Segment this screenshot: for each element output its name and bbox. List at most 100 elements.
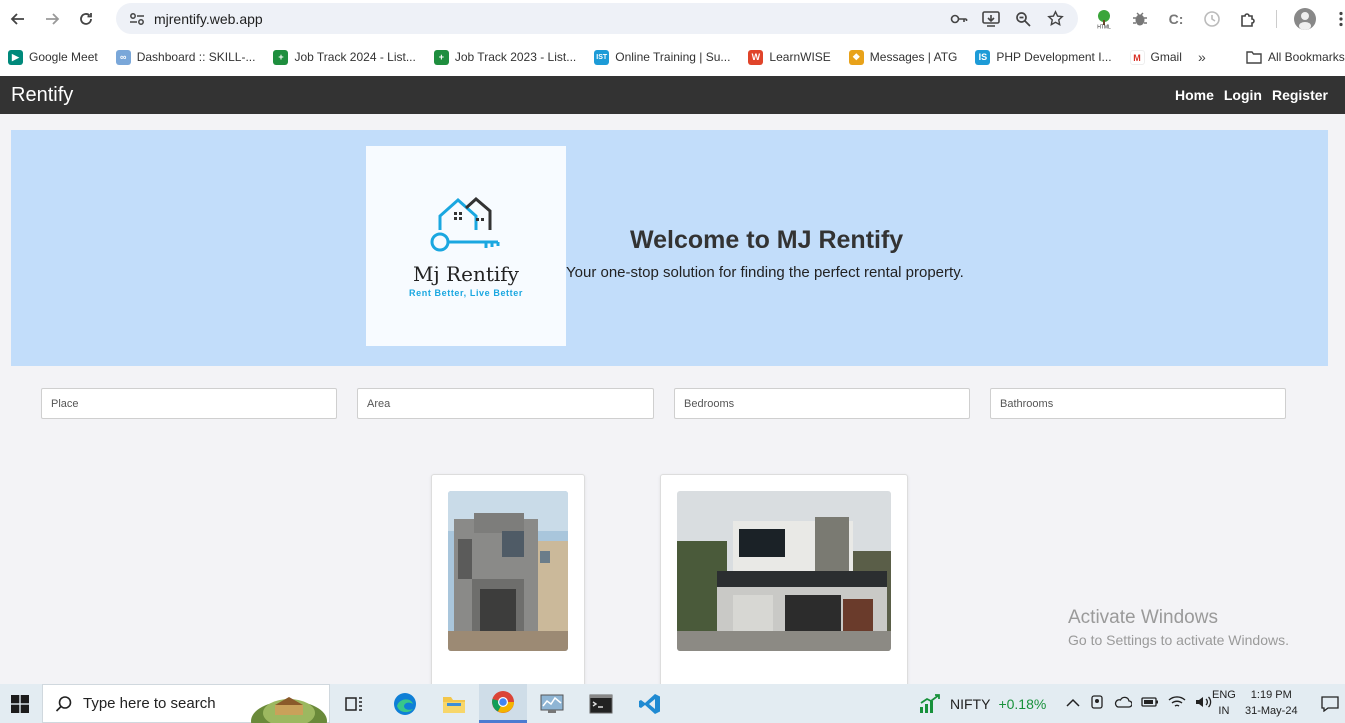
taskbar-search-box[interactable]: Type here to search	[42, 684, 330, 723]
clock-time: 1:19 PM	[1250, 689, 1292, 701]
back-button[interactable]	[1, 2, 35, 36]
bookmarks-bar: ▶ Google Meet ∞ Dashboard :: SKILL-... +…	[0, 38, 1345, 76]
nav-register-link[interactable]: Register	[1272, 87, 1328, 103]
browser-toolbar: mjrentify.web.app HTML C:	[0, 0, 1345, 38]
bookmark-google-meet[interactable]: ▶ Google Meet	[8, 49, 98, 65]
bookmark-label: LearnWISE	[769, 50, 831, 64]
property-photo[interactable]	[677, 491, 891, 651]
chevron-up-icon[interactable]	[1066, 697, 1080, 711]
stock-widget[interactable]: NIFTY +0.18%	[918, 684, 1046, 723]
onedrive-cloud-icon[interactable]	[1114, 696, 1133, 711]
bookmark-label: Google Meet	[29, 50, 98, 64]
start-button[interactable]	[0, 684, 40, 723]
bookmark-job-track-2023[interactable]: + Job Track 2023 - List...	[433, 49, 577, 65]
bookmark-messages-atg[interactable]: ❖ Messages | ATG	[848, 49, 957, 65]
bedrooms-filter-input[interactable]	[674, 388, 970, 419]
system-tray	[1066, 684, 1213, 723]
html-tree-extension-icon[interactable]: HTML	[1090, 5, 1118, 33]
watermark-subtitle: Go to Settings to activate Windows.	[1068, 632, 1289, 648]
bookmark-online-training[interactable]: IST Online Training | Su...	[594, 49, 731, 65]
bathrooms-filter-input[interactable]	[990, 388, 1286, 419]
search-icon	[55, 695, 72, 712]
vscode-app-button[interactable]	[626, 684, 674, 723]
folder-icon	[1246, 51, 1262, 64]
install-app-icon[interactable]	[978, 6, 1004, 32]
reload-button[interactable]	[69, 2, 103, 36]
clock-date: 31-May-24	[1245, 705, 1298, 717]
folder-icon	[443, 696, 465, 713]
brand-logo: Mj Rentify Rent Better, Live Better	[366, 146, 566, 346]
area-filter-input[interactable]	[357, 388, 654, 419]
watermark-title: Activate Windows	[1068, 607, 1218, 628]
learnwise-icon: W	[748, 49, 764, 65]
bookmark-label: PHP Development I...	[996, 50, 1112, 64]
task-view-button[interactable]	[330, 684, 378, 723]
search-placeholder: Type here to search	[83, 695, 216, 712]
timer-extension-icon[interactable]	[1198, 5, 1226, 33]
nav-login-link[interactable]: Login	[1224, 87, 1262, 103]
svg-text:C:: C:	[1169, 11, 1184, 27]
bookmark-job-track-2024[interactable]: + Job Track 2024 - List...	[273, 49, 416, 65]
notifications-button[interactable]	[1316, 684, 1344, 723]
colorzilla-extension-icon[interactable]: C:	[1162, 5, 1190, 33]
property-card[interactable]	[431, 474, 585, 694]
toolbar-divider	[1276, 9, 1277, 28]
bookmark-dashboard-skill[interactable]: ∞ Dashboard :: SKILL-...	[115, 49, 256, 65]
stock-name: NIFTY	[950, 695, 991, 712]
ist-icon: IST	[594, 49, 610, 65]
chrome-icon	[492, 691, 514, 713]
infinity-icon: ∞	[115, 49, 131, 65]
place-filter-input[interactable]	[41, 388, 337, 419]
edge-app-button[interactable]	[381, 684, 429, 723]
bookmark-gmail[interactable]: M Gmail	[1129, 49, 1182, 65]
chrome-menu-icon[interactable]	[1327, 5, 1345, 33]
nav-home-link[interactable]: Home	[1175, 87, 1214, 103]
hero-subtitle: Your one-stop solution for finding the p…	[566, 264, 964, 281]
meet-now-icon[interactable]	[1089, 694, 1105, 713]
address-bar[interactable]: mjrentify.web.app	[116, 3, 1078, 34]
site-brand[interactable]: Rentify	[11, 84, 73, 107]
edge-icon	[394, 692, 416, 715]
bookmark-php-development[interactable]: IS PHP Development I...	[975, 49, 1112, 65]
house-photo-1	[448, 491, 568, 651]
wifi-icon[interactable]	[1168, 695, 1186, 712]
profile-avatar[interactable]	[1291, 5, 1319, 33]
activate-windows-watermark: Activate Windows Go to Settings to activ…	[1068, 607, 1289, 648]
house-photo-2	[677, 491, 891, 651]
region-code: IN	[1218, 705, 1230, 717]
forward-arrow-icon	[46, 13, 60, 25]
tune-icon	[130, 12, 144, 25]
site-info-button[interactable]	[122, 12, 152, 26]
all-bookmarks-label: All Bookmarks	[1268, 50, 1345, 64]
vscode-icon	[639, 693, 660, 714]
monitor-app-button[interactable]	[528, 684, 576, 723]
bookmark-label: Dashboard :: SKILL-...	[136, 50, 256, 64]
password-key-icon[interactable]	[946, 6, 972, 32]
forward-button[interactable]	[35, 2, 69, 36]
language-indicator[interactable]: ENG IN	[1212, 687, 1236, 719]
extensions-puzzle-icon[interactable]	[1234, 5, 1262, 33]
chrome-app-button[interactable]	[479, 684, 527, 723]
file-explorer-button[interactable]	[430, 684, 478, 723]
url-text[interactable]: mjrentify.web.app	[154, 11, 263, 27]
logo-tagline: Rent Better, Live Better	[409, 288, 523, 298]
property-photo[interactable]	[448, 491, 568, 651]
all-bookmarks-button[interactable]: All Bookmarks	[1246, 38, 1345, 76]
taskbar-clock[interactable]: 1:19 PM 31-May-24	[1245, 687, 1298, 719]
property-card[interactable]	[660, 474, 908, 694]
windows-taskbar: Type here to search NIFTY +0.18% ENG IN …	[0, 684, 1345, 723]
reload-icon	[80, 13, 92, 25]
hero-title: Welcome to MJ Rentify	[630, 226, 904, 254]
battery-icon[interactable]	[1141, 696, 1159, 711]
bookmarks-overflow-button[interactable]: »	[1198, 38, 1206, 76]
notification-icon	[1321, 695, 1339, 712]
bookmark-star-icon[interactable]	[1042, 6, 1068, 32]
zoom-icon[interactable]	[1010, 6, 1036, 32]
bookmark-learnwise[interactable]: W LearnWISE	[748, 49, 831, 65]
bug-extension-icon[interactable]	[1126, 5, 1154, 33]
bookmark-label: Online Training | Su...	[615, 50, 731, 64]
terminal-app-button[interactable]	[577, 684, 625, 723]
google-sheets-icon: +	[273, 49, 289, 65]
bookmark-label: Job Track 2023 - List...	[454, 50, 577, 64]
volume-icon[interactable]	[1195, 695, 1213, 712]
